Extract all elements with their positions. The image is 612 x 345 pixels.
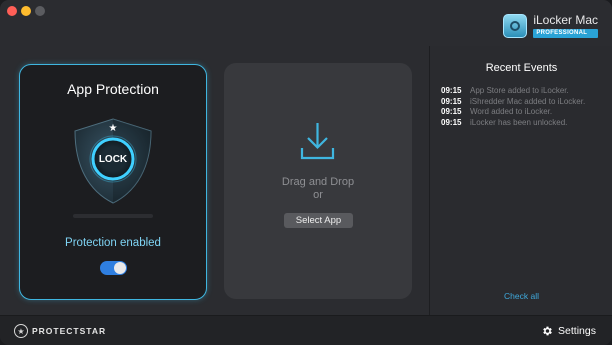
events-list: 09:15 App Store added to iLocker. 09:15 … [441,86,611,128]
edition-badge: PROFESSIONAL [533,29,598,38]
app-window: iLocker Mac PROFESSIONAL App Protection [0,0,612,345]
gear-icon [543,326,552,336]
drag-drop-area[interactable]: Drag and Drop or Select App [224,63,412,299]
events-title: Recent Events [485,62,558,74]
maximize-window-button[interactable] [35,6,45,16]
protectstar-logo: ★ PROTECTSTAR [14,324,106,338]
ilocker-logo-icon [503,14,528,38]
blurred-text [73,214,153,218]
svg-text:★: ★ [109,123,118,134]
event-message: iShredder Mac added to iLocker. [470,96,586,106]
protectstar-star-icon: ★ [14,324,28,338]
footer: ★ PROTECTSTAR Settings [0,315,612,345]
event-message: iLocker has been unlocked. [470,117,568,127]
settings-button[interactable]: Settings [541,325,596,337]
title-bar: iLocker Mac PROFESSIONAL [0,0,612,46]
check-all-link[interactable]: Check all [430,291,612,301]
drop-instructions: Drag and Drop or [224,176,412,202]
event-time: 09:15 [441,96,462,106]
drop-line-2: or [313,189,323,201]
protection-toggle[interactable] [100,261,127,275]
lock-label: LOCK [98,154,128,165]
event-item: 09:15 Word added to iLocker. [441,107,611,118]
event-message: App Store added to iLocker. [470,86,569,95]
drop-line-1: Drag and Drop [281,176,355,188]
event-time: 09:15 [441,117,462,127]
download-icon [300,123,335,160]
brand-name: iLocker Mac [533,13,598,27]
app-protection-card: App Protection ★ LOCK Protection enabled [19,64,207,300]
protection-status: Protection enabled [65,237,161,249]
settings-label: Settings [558,325,596,337]
main-panel: App Protection ★ LOCK Protection enabled… [0,46,429,315]
event-item: 09:15 iLocker has been unlocked. [441,118,611,129]
recent-events-panel: Recent Events 09:15 App Store added to i… [429,46,612,315]
event-item: 09:15 App Store added to iLocker. [441,86,611,97]
event-time: 09:15 [441,86,462,95]
event-message: Word added to iLocker. [470,107,553,116]
event-item: 09:15 iShredder Mac added to iLocker. [441,97,611,108]
company-name: PROTECTSTAR [32,326,107,336]
close-window-button[interactable] [7,6,17,16]
select-app-button[interactable]: Select App [284,213,353,228]
minimize-window-button[interactable] [21,6,31,16]
card-title: App Protection [67,81,159,97]
toggle-knob [114,262,126,274]
brand: iLocker Mac PROFESSIONAL [503,14,598,38]
event-time: 09:15 [441,107,462,116]
